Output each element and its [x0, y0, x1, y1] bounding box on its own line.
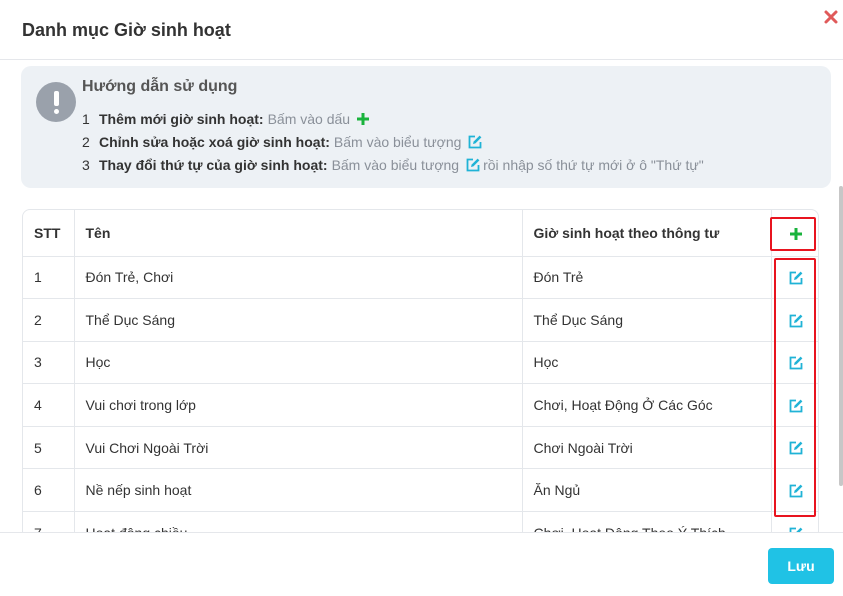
table-row: 5 Vui Chơi Ngoài Trời Chơi Ngoài Trời: [23, 426, 818, 470]
table-row: 2 Thể Dục Sáng Thể Dục Sáng: [23, 298, 818, 342]
modal-title: Danh mục Giờ sinh hoạt: [22, 20, 231, 40]
cell-name: Vui chơi trong lớp: [74, 383, 523, 427]
guide-line-reorder: 3 Thay đổi thứ tự của giờ sinh hoạt: Bấm…: [82, 155, 704, 175]
guide-line-edit: 2 Chỉnh sửa hoặc xoá giờ sinh hoạt: Bấm …: [82, 132, 487, 152]
cell-name: Đón Trẻ, Chơi: [74, 256, 523, 300]
cell-mapping: Thể Dục Sáng: [522, 298, 772, 342]
column-header-name: Tên: [74, 210, 523, 257]
cell-name: Học: [74, 341, 523, 385]
guide-line-after-text: rồi nhập số thứ tự mới ở ô "Thứ tự": [483, 157, 704, 173]
table-row: 1 Đón Trẻ, Chơi Đón Trẻ: [23, 256, 818, 300]
modal-dialog: Danh mục Giờ sinh hoạt Hướng dẫn sử dụng…: [0, 0, 843, 596]
guide-title: Hướng dẫn sử dụng: [82, 78, 238, 95]
table-row: 6 Nề nếp sinh hoạt Ăn Ngủ: [23, 468, 818, 513]
table-row: 7 Hoạt động chiều Chơi, Hoạt Động Theo Ý…: [23, 511, 818, 532]
cell-name: Nề nếp sinh hoạt: [74, 468, 523, 513]
exclamation-icon: [36, 82, 76, 122]
guide-line-number: 2: [82, 134, 90, 150]
guide-line-number: 1: [82, 111, 90, 127]
cell-stt: 5: [23, 426, 75, 470]
cell-stt: 6: [23, 468, 75, 513]
scrollbar[interactable]: [839, 186, 843, 486]
highlight-add-box: [770, 217, 816, 251]
guide-line-label: Thay đổi thứ tự của giờ sinh hoạt:: [99, 157, 328, 173]
cell-name: Hoạt động chiều: [74, 511, 523, 532]
table-row: 4 Vui chơi trong lớp Chơi, Hoạt Động Ở C…: [23, 383, 818, 427]
guide-line-label: Thêm mới giờ sinh hoạt:: [99, 111, 264, 127]
guide-line-number: 3: [82, 157, 90, 173]
cell-stt: 4: [23, 383, 75, 427]
cell-mapping: Học: [522, 341, 772, 385]
cell-stt: 3: [23, 341, 75, 385]
cell-name: Vui Chơi Ngoài Trời: [74, 426, 523, 470]
schedule-table-container: STT Tên Giờ sinh hoạt theo thông tư 1 Đó…: [22, 209, 819, 532]
column-header-mapping: Giờ sinh hoạt theo thông tư: [522, 210, 772, 257]
schedule-table: STT Tên Giờ sinh hoạt theo thông tư 1 Đó…: [23, 210, 818, 532]
guide-line-text: Bấm vào biểu tượng: [333, 134, 462, 150]
save-button[interactable]: Lưu: [768, 548, 834, 584]
cell-name: Thể Dục Sáng: [74, 298, 523, 342]
guide-line-text: Bấm vào dấu: [267, 111, 351, 127]
guide-line-add: 1 Thêm mới giờ sinh hoạt: Bấm vào dấu: [82, 109, 374, 129]
cell-mapping: Chơi, Hoạt Động Ở Các Góc: [522, 383, 772, 427]
edit-icon: [466, 158, 480, 172]
edit-icon: [469, 135, 482, 149]
modal-body: Hướng dẫn sử dụng 1 Thêm mới giờ sinh ho…: [0, 61, 843, 532]
usage-guide-panel: Hướng dẫn sử dụng 1 Thêm mới giờ sinh ho…: [21, 66, 831, 188]
plus-icon: [357, 113, 370, 125]
table-header-row: STT Tên Giờ sinh hoạt theo thông tư: [23, 210, 818, 257]
cell-mapping: Ăn Ngủ: [522, 468, 772, 513]
cell-stt: 1: [23, 256, 75, 300]
highlight-edit-box: [774, 258, 816, 517]
cell-stt: 2: [23, 298, 75, 342]
cell-mapping: Chơi Ngoài Trời: [522, 426, 772, 470]
cell-stt: 7: [23, 511, 75, 532]
modal-header: Danh mục Giờ sinh hoạt: [0, 0, 843, 60]
modal-footer: Lưu: [0, 532, 843, 596]
cell-mapping: Chơi, Hoạt Động Theo Ý Thích: [522, 511, 772, 532]
close-icon[interactable]: [823, 9, 839, 25]
table-row: 3 Học Học: [23, 341, 818, 385]
guide-line-text: Bấm vào biểu tượng: [331, 157, 460, 173]
column-header-stt: STT: [23, 210, 75, 257]
cell-mapping: Đón Trẻ: [522, 256, 772, 300]
guide-line-label: Chỉnh sửa hoặc xoá giờ sinh hoạt:: [99, 134, 330, 150]
